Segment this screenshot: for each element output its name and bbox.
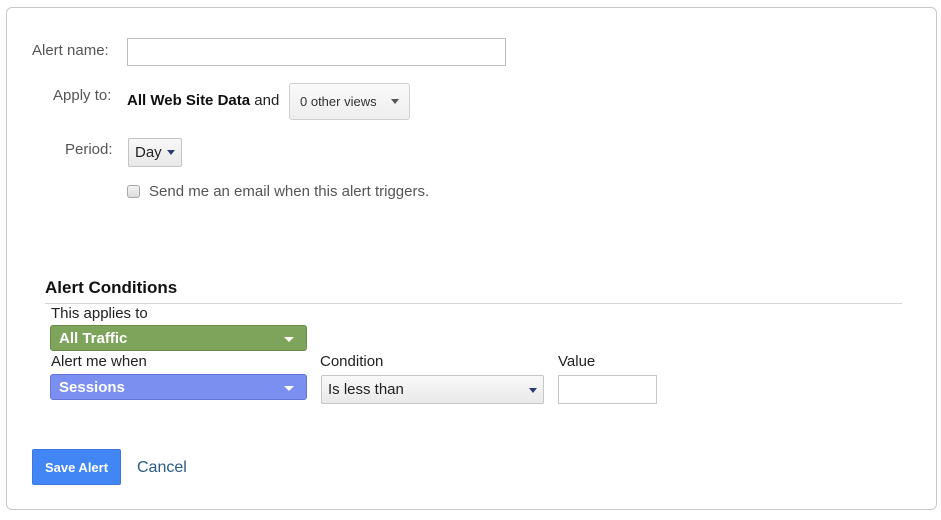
save-alert-button[interactable]: Save Alert xyxy=(32,449,121,485)
email-checkbox[interactable] xyxy=(127,185,140,198)
email-option: Send me an email when this alert trigger… xyxy=(127,183,429,200)
value-label: Value xyxy=(558,353,596,370)
condition-label: Condition xyxy=(320,353,384,370)
apply-connector: and xyxy=(254,92,280,109)
period-value: Day xyxy=(135,144,162,161)
applies-to-value: All Traffic xyxy=(59,329,128,347)
property-name: All Web Site Data xyxy=(127,92,251,109)
caret-down-icon xyxy=(284,337,294,342)
email-checkbox-label: Send me an email when this alert trigger… xyxy=(149,183,430,200)
condition-value: Is less than xyxy=(328,381,404,398)
cancel-link[interactable]: Cancel xyxy=(137,459,187,477)
period-label: Period: xyxy=(65,141,113,158)
apply-to-text: All Web Site Data and xyxy=(127,92,279,109)
caret-down-icon xyxy=(529,388,537,393)
other-views-dropdown[interactable]: 0 other views xyxy=(289,83,410,120)
period-dropdown[interactable]: Day xyxy=(128,138,182,167)
condition-dropdown[interactable]: Is less than xyxy=(321,375,544,404)
alert-name-label: Alert name: xyxy=(32,42,109,59)
caret-down-icon xyxy=(284,386,294,391)
applies-to-label: This applies to xyxy=(51,305,148,322)
alert-conditions-title: Alert Conditions xyxy=(45,278,178,297)
caret-down-icon xyxy=(166,150,175,155)
value-input[interactable] xyxy=(558,375,657,404)
other-views-label: 0 other views xyxy=(300,94,377,109)
section-divider xyxy=(45,303,902,304)
alert-when-dropdown[interactable]: Sessions xyxy=(50,374,307,400)
alert-name-input[interactable] xyxy=(127,38,506,66)
caret-down-icon xyxy=(390,99,399,104)
apply-to-label: Apply to: xyxy=(53,87,112,104)
alert-when-value: Sessions xyxy=(59,378,125,396)
applies-to-dropdown[interactable]: All Traffic xyxy=(50,325,307,351)
alert-when-label: Alert me when xyxy=(51,353,147,370)
alert-form-card xyxy=(6,7,937,510)
